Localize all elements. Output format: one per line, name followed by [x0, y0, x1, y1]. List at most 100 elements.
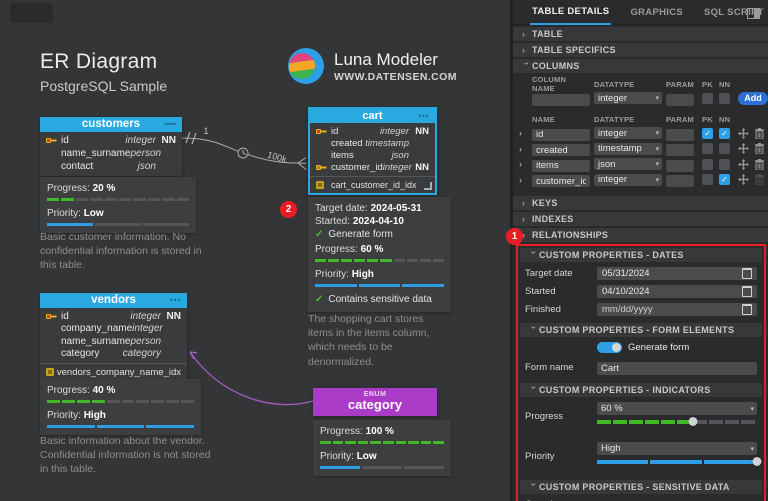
more-icon[interactable]: ⋯	[418, 109, 429, 123]
column-row[interactable]: items json	[310, 149, 435, 161]
progress-value: 20 %	[92, 183, 116, 194]
calendar-icon[interactable]	[742, 304, 752, 315]
column-name-input[interactable]	[532, 175, 590, 187]
generate-form-label: Generate form	[628, 342, 690, 353]
column-datatype-select[interactable]: integer	[594, 173, 662, 186]
nn-checkbox[interactable]	[719, 127, 730, 139]
started-date-input[interactable]: 04/10/2024	[597, 285, 757, 298]
column-param-input[interactable]	[666, 175, 694, 187]
progress-slider[interactable]	[597, 417, 757, 426]
diagram-title: ER Diagram	[40, 50, 158, 73]
section-indexes[interactable]: › INDEXES	[513, 212, 768, 226]
nn-checkbox[interactable]	[719, 174, 730, 185]
column-row[interactable]: contact json	[40, 160, 182, 173]
form-name-input[interactable]	[597, 362, 757, 375]
tab-graphics[interactable]: GRAPHICS	[628, 1, 685, 24]
entity-cart-header[interactable]: cart ⋯	[310, 109, 435, 123]
trash-icon[interactable]	[753, 143, 765, 154]
pk-checkbox[interactable]	[702, 158, 713, 170]
column-type: integer	[132, 323, 163, 335]
trash-icon[interactable]	[753, 158, 765, 170]
column-row[interactable]: id integer NN	[40, 310, 187, 323]
progress-select[interactable]: 60 %	[597, 402, 757, 415]
column-row[interactable]: company_name integer	[40, 323, 187, 336]
section-columns[interactable]: › COLUMNS	[513, 59, 768, 73]
new-column-nn-checkbox[interactable]	[719, 92, 730, 104]
diagram-canvas[interactable]: ER Diagram PostgreSQL Sample Luna Modele…	[0, 0, 510, 501]
relationship-midpoint-icon[interactable]	[237, 147, 249, 159]
move-icon[interactable]	[737, 174, 749, 185]
move-icon[interactable]	[737, 127, 749, 139]
column-row[interactable]: name_surname person	[40, 335, 187, 348]
sensitive-data-check: Contains sensitive data	[315, 293, 444, 306]
relationship-category-vendors[interactable]	[189, 351, 314, 406]
target-date-input[interactable]: 05/31/2024	[597, 267, 757, 280]
section-relationships[interactable]: › RELATIONSHIPS	[513, 228, 768, 242]
pk-checkbox[interactable]	[702, 127, 713, 139]
section-custom-form-elements[interactable]: › CUSTOM PROPERTIES - FORM ELEMENTS	[520, 323, 762, 337]
entity-vendors-header[interactable]: vendors ⋯	[40, 293, 187, 308]
generate-form-toggle[interactable]	[597, 342, 622, 353]
new-column-datatype-select[interactable]: integer	[594, 92, 662, 104]
index-row[interactable]: vendors_company_name_idx	[40, 363, 187, 380]
column-datatype-select[interactable]: integer	[594, 127, 662, 139]
customers-note: Basic customer information. No confident…	[40, 231, 202, 272]
column-row[interactable]: created timestamp	[310, 137, 435, 149]
chevron-right-icon[interactable]: ›	[519, 159, 529, 169]
column-row[interactable]: category category	[40, 348, 187, 361]
header-param: PARAM	[666, 114, 694, 124]
priority-slider[interactable]	[597, 457, 762, 466]
chevron-right-icon[interactable]: ›	[519, 128, 529, 138]
trash-icon[interactable]	[753, 127, 765, 139]
chevron-right-icon[interactable]: ›	[519, 144, 529, 154]
move-icon[interactable]	[737, 158, 749, 170]
started-label: Started	[525, 286, 556, 297]
entity-customers[interactable]: customers — id integer NN name_surname p…	[40, 117, 182, 176]
add-column-row: integer Add	[513, 91, 768, 106]
column-row-created: › timestamp	[513, 142, 768, 156]
chevron-right-icon: ›	[522, 29, 526, 39]
new-column-param-input[interactable]	[666, 93, 694, 106]
pk-checkbox[interactable]	[702, 143, 713, 154]
chevron-down-icon: ›	[529, 326, 539, 330]
move-icon[interactable]	[737, 143, 749, 154]
nn-checkbox[interactable]	[719, 158, 730, 170]
index-row[interactable]: cart_customer_id_idx	[310, 176, 435, 193]
column-row[interactable]: id integer NN	[40, 134, 182, 147]
layout-panel-icon[interactable]	[747, 6, 760, 24]
section-custom-sensitive-data[interactable]: › CUSTOM PROPERTIES - SENSITIVE DATA	[520, 480, 762, 494]
new-column-name-input[interactable]	[532, 93, 590, 106]
section-table[interactable]: › TABLE	[513, 27, 768, 41]
add-column-button[interactable]: Add	[738, 91, 768, 105]
calendar-icon[interactable]	[742, 268, 752, 279]
column-row-items: › json	[513, 157, 768, 172]
relationship-customers-cart[interactable]	[181, 137, 299, 164]
tab-table-details[interactable]: TABLE DETAILS	[530, 0, 612, 25]
resize-corner-icon[interactable]	[424, 182, 432, 190]
nn-checkbox[interactable]	[719, 143, 730, 154]
column-datatype-select[interactable]: timestamp	[594, 142, 662, 155]
finished-date-input[interactable]: mm/dd/yyyy	[597, 303, 757, 316]
entity-vendors[interactable]: vendors ⋯ id integer NN company_name int…	[40, 293, 187, 380]
column-datatype-select[interactable]: json	[594, 158, 662, 170]
column-row[interactable]: name_surname person	[40, 147, 182, 160]
entity-cart[interactable]: cart ⋯ id integer NN created timestamp i…	[308, 107, 437, 195]
column-row[interactable]: id integer NN	[310, 125, 435, 137]
target-date-label: Target date	[525, 268, 573, 279]
enum-category[interactable]: ENUM category	[313, 388, 437, 416]
progress-label: Progress:	[47, 385, 90, 396]
priority-select[interactable]: High	[597, 442, 757, 455]
entity-customers-header[interactable]: customers —	[40, 117, 182, 132]
more-icon[interactable]: ⋯	[170, 293, 182, 308]
section-custom-dates[interactable]: › CUSTOM PROPERTIES - DATES	[520, 248, 762, 262]
section-custom-indicators[interactable]: › CUSTOM PROPERTIES - INDICATORS	[520, 383, 762, 397]
new-column-pk-checkbox[interactable]	[702, 92, 713, 104]
calendar-icon[interactable]	[742, 286, 752, 297]
minimize-icon[interactable]: —	[165, 117, 177, 132]
section-keys[interactable]: › KEYS	[513, 196, 768, 210]
pk-checkbox[interactable]	[702, 174, 713, 185]
chevron-right-icon[interactable]: ›	[519, 175, 529, 185]
customers-annotation: Progress: 20 % Priority: Low	[40, 177, 196, 233]
column-row[interactable]: customer_id integer NN	[310, 161, 435, 173]
section-table-specifics[interactable]: › TABLE SPECIFICS	[513, 43, 768, 57]
